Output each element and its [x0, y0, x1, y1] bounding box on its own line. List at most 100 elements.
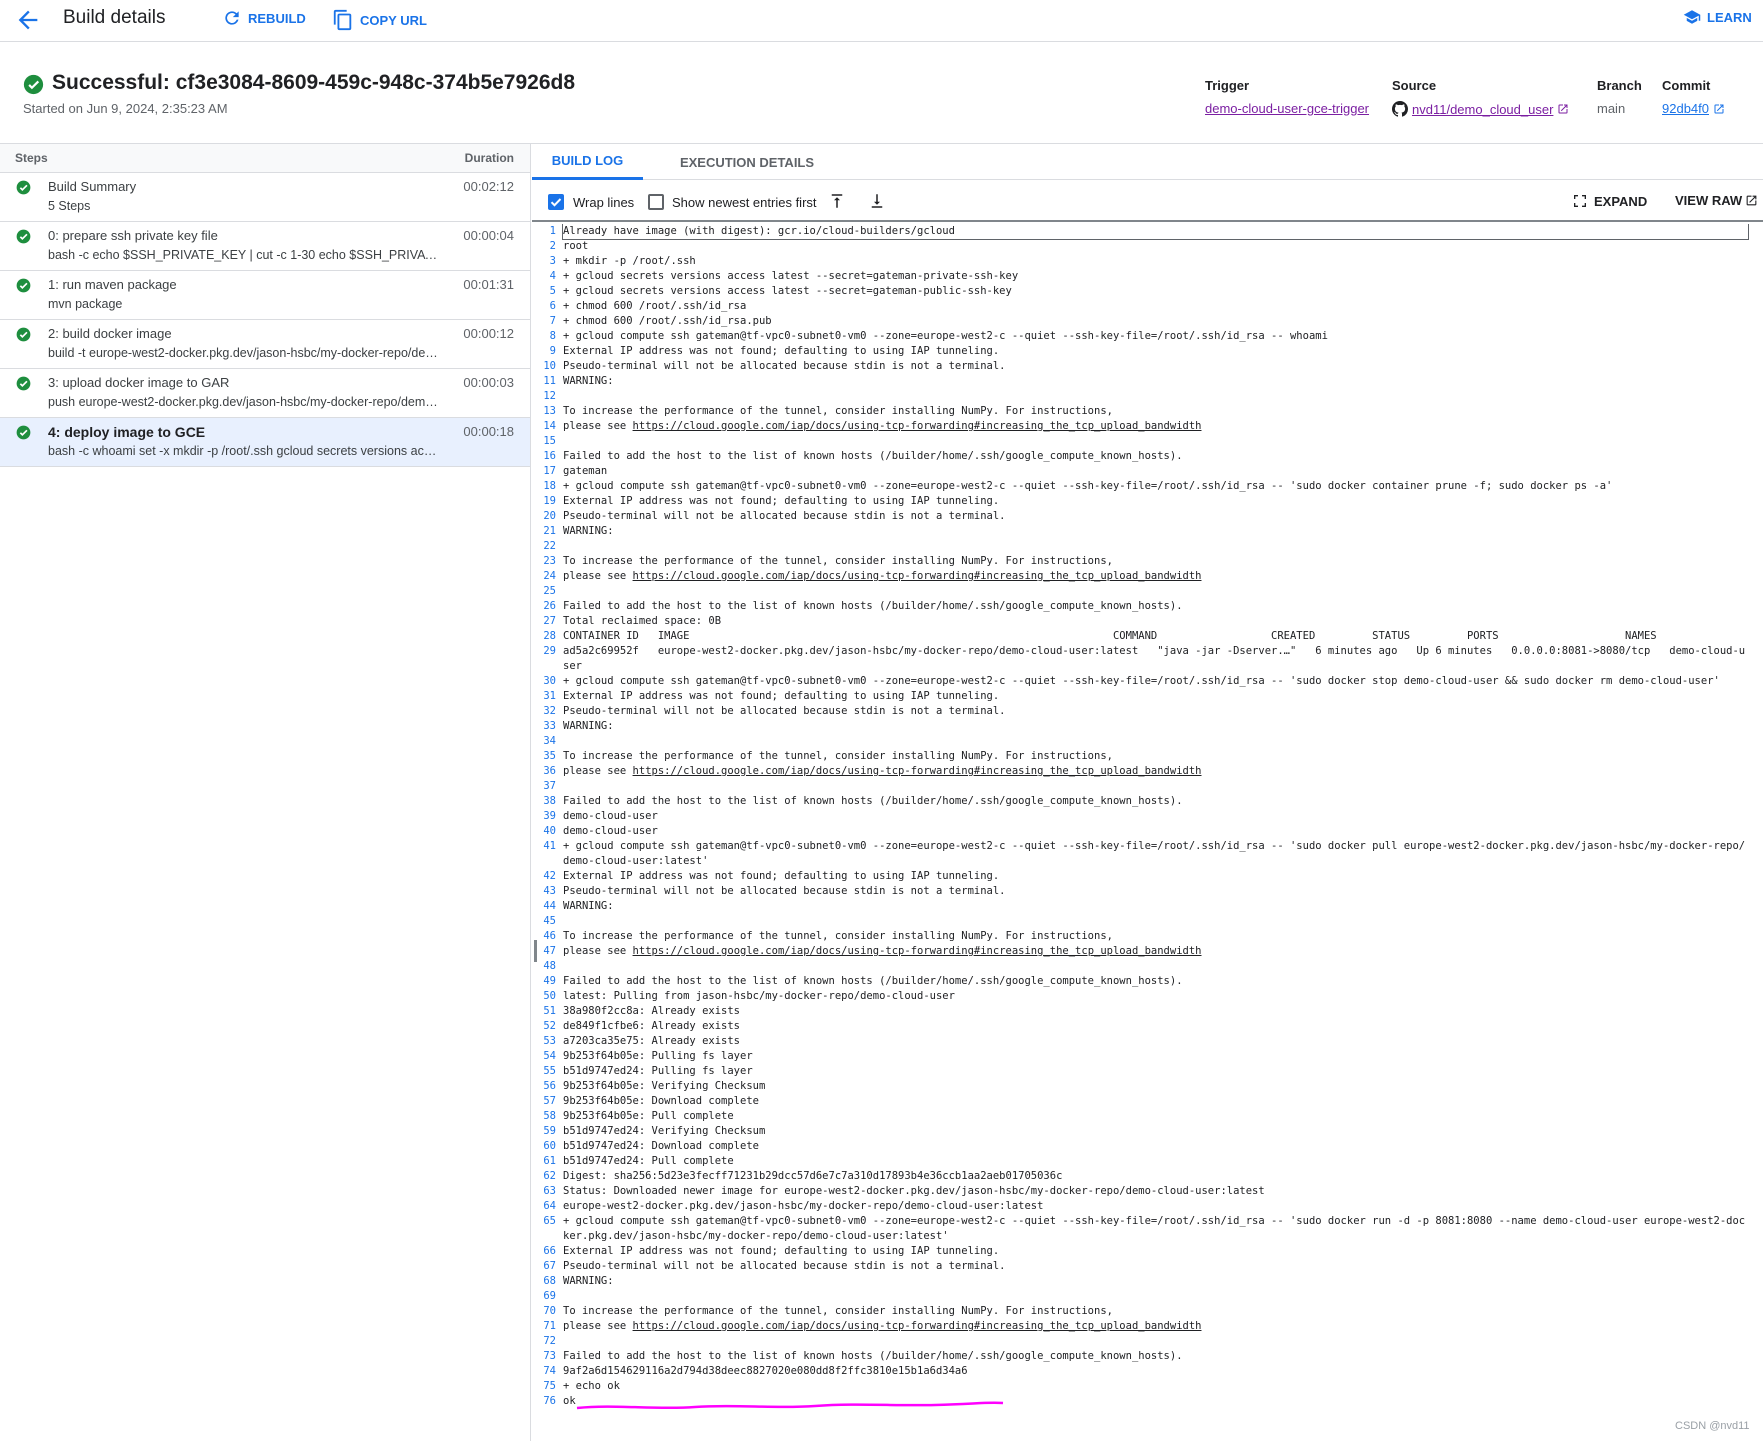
log-text: Digest: sha256:5d23e3fecff71231b29dcc57d… [563, 1170, 1063, 1182]
log-line: 20 Pseudo-terminal will not be allocated … [532, 509, 1763, 524]
log-line: 57 9b253f64b05e: Download complete [532, 1094, 1763, 1109]
log-line: 50 latest: Pulling from jason-hsbc/my-doc… [532, 989, 1763, 1004]
step-duration: 00:00:03 [463, 375, 514, 390]
log-toolbar: Wrap lines Show newest entries first EXP… [532, 181, 1763, 222]
line-number: 73 [543, 1350, 556, 1362]
line-number: 38 [543, 795, 556, 807]
step-row[interactable]: 3: upload docker image to GAR push europe… [0, 369, 530, 418]
log-line: 22 [532, 539, 1763, 554]
build-log-content[interactable]: 1 Already have image (with digest): gcr.i… [532, 224, 1763, 1441]
expand-label: EXPAND [1594, 193, 1648, 209]
log-line: 30 + gcloud compute ssh gateman@tf-vpc0-s… [532, 674, 1763, 689]
log-line: 18 + gcloud compute ssh gateman@tf-vpc0-s… [532, 479, 1763, 494]
log-text: gateman [563, 465, 608, 477]
line-number: 32 [543, 705, 556, 717]
log-text: Failed to add the host to the list of kn… [563, 450, 1183, 462]
log-link[interactable]: https://cloud.google.com/iap/docs/using-… [633, 765, 1202, 777]
scroll-to-top-icon[interactable] [828, 192, 846, 210]
log-tabs: BUILD LOG EXECUTION DETAILS [532, 144, 1763, 180]
commit-link[interactable]: 92db4f0 [1662, 101, 1709, 116]
scroll-to-bottom-icon[interactable] [868, 192, 886, 210]
step-command: build -t europe-west2-docker.pkg.dev/jas… [48, 346, 438, 360]
learn-label: LEARN [1707, 9, 1752, 25]
source-repo-link[interactable]: nvd11/demo_cloud_user [1412, 102, 1553, 117]
step-command: bash -c echo $SSH_PRIVATE_KEY | cut -c 1… [48, 248, 438, 262]
log-line: 25 [532, 584, 1763, 599]
log-link[interactable]: https://cloud.google.com/iap/docs/using-… [633, 570, 1202, 582]
view-raw-button[interactable]: VIEW RAW [1675, 193, 1758, 208]
log-text: please see https://cloud.google.com/iap/… [563, 945, 1202, 957]
trigger-link[interactable]: demo-cloud-user-gce-trigger [1205, 101, 1369, 116]
step-row[interactable]: 2: build docker image build -t europe-wes… [0, 320, 530, 369]
log-line: 13 To increase the performance of the tun… [532, 404, 1763, 419]
log-line: 60 b51d9747ed24: Download complete [532, 1139, 1763, 1154]
line-number: 75 [543, 1380, 556, 1392]
line-number: 41 [543, 840, 556, 852]
log-link[interactable]: https://cloud.google.com/iap/docs/using-… [633, 945, 1202, 957]
line-number: 43 [543, 885, 556, 897]
tab-execution-details[interactable]: EXECUTION DETAILS [652, 144, 842, 180]
line-number: 33 [543, 720, 556, 732]
log-link[interactable]: https://cloud.google.com/iap/docs/using-… [633, 1320, 1202, 1332]
log-text: + chmod 600 /root/.ssh/id_rsa.pub [563, 315, 772, 327]
line-number: 63 [543, 1185, 556, 1197]
newest-first-checkbox[interactable] [648, 194, 664, 210]
school-icon [1683, 10, 1701, 24]
log-line: 49 Failed to add the host to the list of … [532, 974, 1763, 989]
copy-url-button[interactable]: COPY URL [332, 8, 427, 32]
log-line: 35 To increase the performance of the tun… [532, 749, 1763, 764]
line-number: 29 [543, 645, 556, 657]
fullscreen-icon [1574, 195, 1586, 207]
log-line: 55 b51d9747ed24: Pulling fs layer [532, 1064, 1763, 1079]
log-link[interactable]: https://cloud.google.com/iap/docs/using-… [633, 420, 1202, 432]
step-row[interactable]: 4: deploy image to GCE bash -c whoami set… [0, 418, 530, 467]
checkmark-icon [550, 198, 562, 207]
log-text: To increase the performance of the tunne… [563, 930, 1113, 942]
trigger-meta: Trigger demo-cloud-user-gce-trigger [1205, 78, 1369, 116]
line-number: 11 [543, 375, 556, 387]
line-number: 9 [549, 345, 556, 357]
rebuild-button[interactable]: REBUILD [222, 8, 306, 28]
branch-value: main [1597, 101, 1626, 116]
learn-button[interactable]: LEARN [1683, 8, 1752, 26]
line-number: 51 [543, 1005, 556, 1017]
log-text: WARNING: [563, 525, 614, 537]
wrap-lines-label: Wrap lines [573, 195, 635, 210]
line-number: 14 [543, 420, 556, 432]
log-text: External IP address was not found; defau… [563, 1245, 1000, 1257]
log-line: 56 9b253f64b05e: Verifying Checksum [532, 1079, 1763, 1094]
log-line: 43 Pseudo-terminal will not be allocated … [532, 884, 1763, 899]
source-meta: Source nvd11/demo_cloud_user [1392, 78, 1569, 117]
log-text: ad5a2c69952f europe-west2-docker.pkg.dev… [563, 645, 1746, 672]
back-arrow-icon[interactable] [14, 6, 42, 34]
log-line: 37 [532, 779, 1763, 794]
expand-button[interactable]: EXPAND [1572, 193, 1647, 209]
line-number: 69 [543, 1290, 556, 1302]
tab-build-log[interactable]: BUILD LOG [532, 144, 643, 180]
line-number: 57 [543, 1095, 556, 1107]
step-row[interactable]: 0: prepare ssh private key file bash -c e… [0, 222, 530, 271]
step-name: 0: prepare ssh private key file [48, 228, 218, 243]
log-text: please see https://cloud.google.com/iap/… [563, 420, 1202, 432]
log-text: External IP address was not found; defau… [563, 345, 1000, 357]
line-number: 5 [549, 285, 556, 297]
line-number: 72 [543, 1335, 556, 1347]
step-row[interactable]: 1: run maven package mvn package 00:01:31 [0, 271, 530, 320]
log-text: To increase the performance of the tunne… [563, 750, 1113, 762]
step-row[interactable]: Build Summary 5 Steps 00:02:12 [0, 173, 530, 222]
step-duration: 00:00:04 [463, 228, 514, 243]
line-number: 49 [543, 975, 556, 987]
panel-resize-handle[interactable] [534, 940, 537, 962]
log-line: 42 External IP address was not found; def… [532, 869, 1763, 884]
log-line: 23 To increase the performance of the tun… [532, 554, 1763, 569]
wrap-lines-checkbox[interactable] [548, 194, 564, 210]
log-line: 1 Already have image (with digest): gcr.i… [532, 224, 1763, 240]
log-text: de849f1cfbe6: Already exists [563, 1020, 741, 1032]
log-line: 63 Status: Downloaded newer image for eur… [532, 1184, 1763, 1199]
external-link-icon [1746, 195, 1757, 206]
log-text: + gcloud compute ssh gateman@tf-vpc0-sub… [563, 480, 1613, 492]
